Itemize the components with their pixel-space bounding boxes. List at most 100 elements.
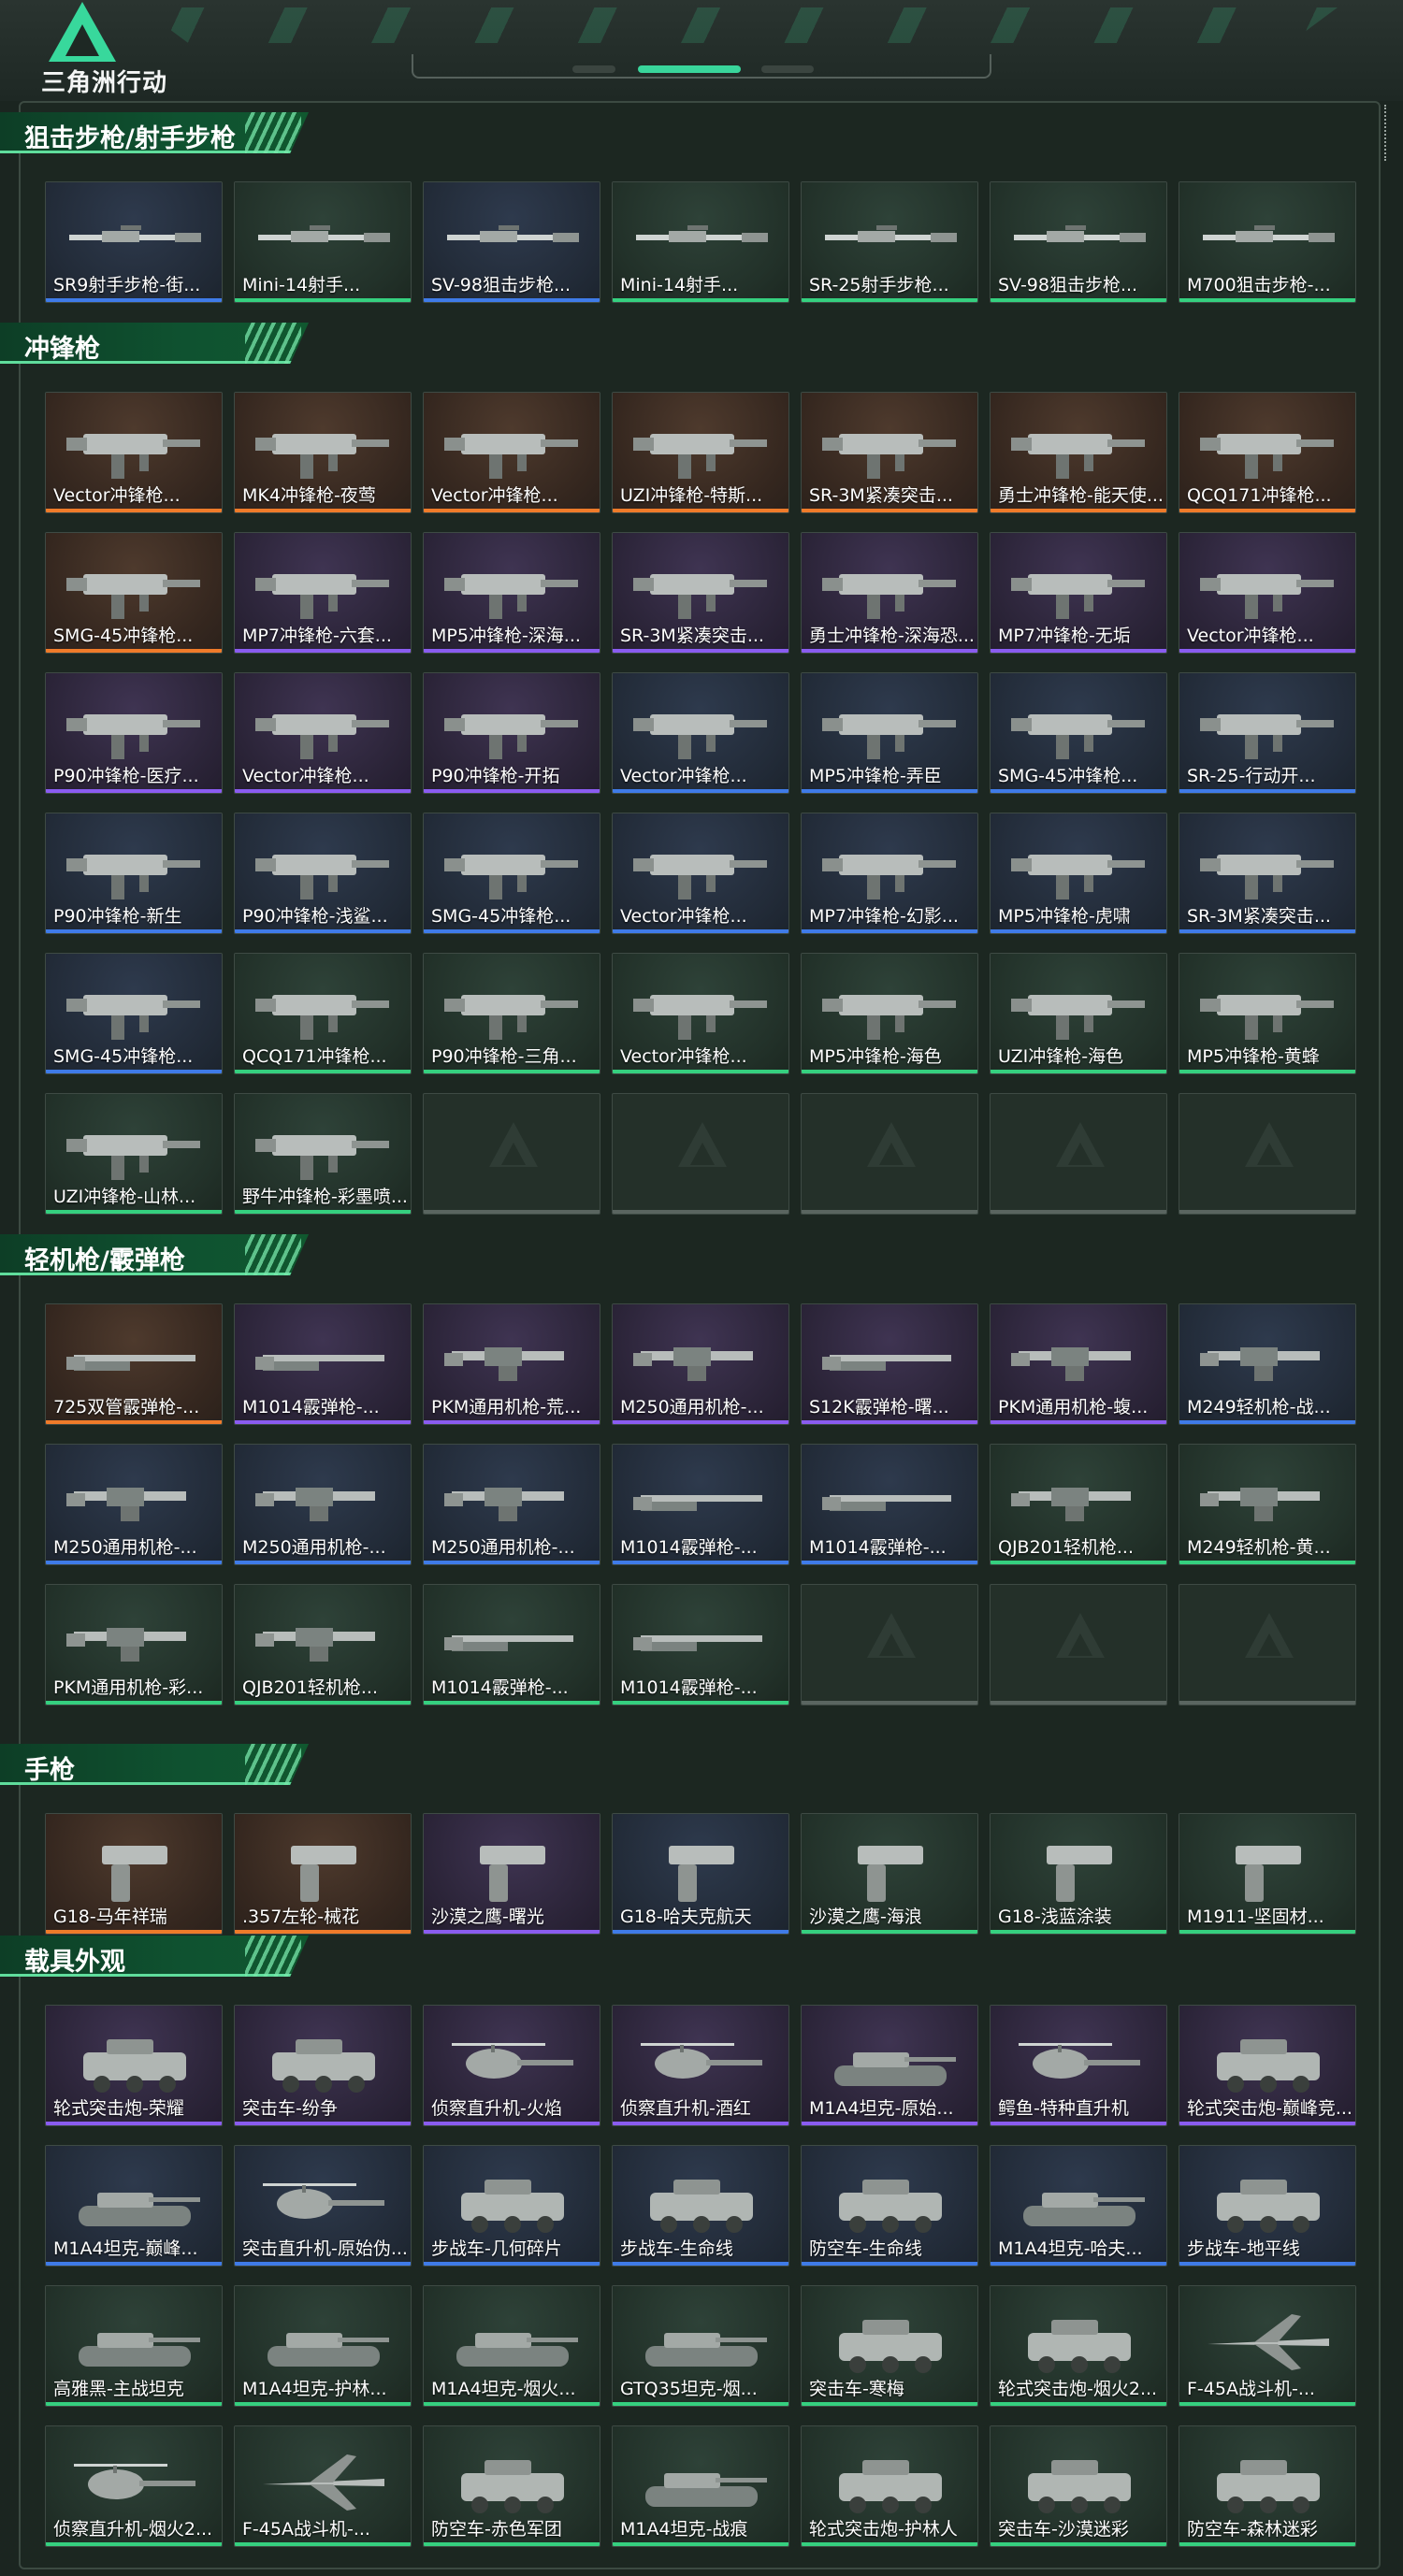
skin-card[interactable]: 步战车-几何碎片 bbox=[423, 2145, 600, 2267]
skin-card[interactable]: 轮式突击炮-烟火2... bbox=[990, 2285, 1167, 2407]
skin-card[interactable]: M1A4坦克-原始... bbox=[801, 2005, 978, 2126]
skin-card[interactable]: MK4冲锋枪-夜莺 bbox=[234, 392, 412, 513]
skin-card[interactable]: P90冲锋枪-新生 bbox=[45, 813, 223, 934]
skin-card[interactable]: M250通用机枪-... bbox=[234, 1444, 412, 1565]
skin-card[interactable]: SR9射手步枪-街... bbox=[45, 181, 223, 303]
skin-card[interactable]: 突击车-纷争 bbox=[234, 2005, 412, 2126]
skin-card[interactable]: Vector冲锋枪... bbox=[45, 392, 223, 513]
skin-card[interactable]: G18-哈夫克航天 bbox=[612, 1813, 789, 1935]
skin-card[interactable]: SMG-45冲锋枪... bbox=[990, 672, 1167, 794]
skin-card[interactable]: P90冲锋枪-三角... bbox=[423, 953, 600, 1074]
skin-card[interactable]: Vector冲锋枪... bbox=[612, 672, 789, 794]
skin-card[interactable]: G18-马年祥瑞 bbox=[45, 1813, 223, 1935]
skin-card[interactable]: UZI冲锋枪-特斯... bbox=[612, 392, 789, 513]
skin-card[interactable]: MP5冲锋枪-虎啸 bbox=[990, 813, 1167, 934]
scrollbar[interactable] bbox=[1384, 105, 1390, 161]
skin-card[interactable]: .357左轮-械花 bbox=[234, 1813, 412, 1935]
skin-card[interactable]: SMG-45冲锋枪... bbox=[45, 953, 223, 1074]
skin-card[interactable]: SR-3M紧凑突击... bbox=[1179, 813, 1356, 934]
skin-card[interactable]: Mini-14射手... bbox=[234, 181, 412, 303]
skin-card[interactable]: SR-25射手步枪... bbox=[801, 181, 978, 303]
skin-card[interactable]: M1014霰弹枪-... bbox=[801, 1444, 978, 1565]
skin-card[interactable]: 步战车-地平线 bbox=[1179, 2145, 1356, 2267]
skin-card[interactable]: SR-3M紧凑突击... bbox=[801, 392, 978, 513]
skin-card[interactable]: MP5冲锋枪-海色 bbox=[801, 953, 978, 1074]
skin-card[interactable]: M250通用机枪-... bbox=[45, 1444, 223, 1565]
skin-card[interactable]: 侦察直升机-烟火2... bbox=[45, 2425, 223, 2547]
skin-card[interactable]: SV-98狙击步枪... bbox=[990, 181, 1167, 303]
skin-card[interactable]: M1911-坚固材... bbox=[1179, 1813, 1356, 1935]
skin-card[interactable]: 野牛冲锋枪-彩墨喷... bbox=[234, 1093, 412, 1215]
skin-card[interactable]: 沙漠之鹰-曙光 bbox=[423, 1813, 600, 1935]
skin-card[interactable]: M1014霰弹枪-... bbox=[612, 1444, 789, 1565]
skin-card[interactable]: 突击车-寒梅 bbox=[801, 2285, 978, 2407]
skin-card[interactable]: 突击车-沙漠迷彩 bbox=[990, 2425, 1167, 2547]
skin-card[interactable]: M1014霰弹枪-... bbox=[612, 1584, 789, 1705]
skin-card[interactable]: SR-3M紧凑突击... bbox=[612, 532, 789, 654]
skin-card[interactable]: PKM通用机枪-荒... bbox=[423, 1303, 600, 1425]
skin-card[interactable]: 725双管霰弹枪-... bbox=[45, 1303, 223, 1425]
skin-card[interactable]: 高雅黑-主战坦克 bbox=[45, 2285, 223, 2407]
skin-card[interactable]: M249轻机枪-黄... bbox=[1179, 1444, 1356, 1565]
skin-card[interactable]: S12K霰弹枪-曙... bbox=[801, 1303, 978, 1425]
skin-card[interactable]: M249轻机枪-战... bbox=[1179, 1303, 1356, 1425]
skin-card[interactable]: 防空车-生命线 bbox=[801, 2145, 978, 2267]
skin-card[interactable]: 勇士冲锋枪-深海恐... bbox=[801, 532, 978, 654]
skin-card[interactable]: MP5冲锋枪-弄臣 bbox=[801, 672, 978, 794]
skin-name: M250通用机枪-... bbox=[620, 1397, 764, 1418]
skin-card[interactable]: P90冲锋枪-浅鲨... bbox=[234, 813, 412, 934]
skin-card[interactable]: M1A4坦克-巅峰... bbox=[45, 2145, 223, 2267]
skin-card[interactable]: F-45A战斗机-... bbox=[1179, 2285, 1356, 2407]
skin-card[interactable]: 鳄鱼-特种直升机 bbox=[990, 2005, 1167, 2126]
skin-card[interactable]: MP7冲锋枪-无垢 bbox=[990, 532, 1167, 654]
skin-card[interactable]: QCQ171冲锋枪... bbox=[1179, 392, 1356, 513]
skin-card[interactable]: 防空车-森林迷彩 bbox=[1179, 2425, 1356, 2547]
skin-card[interactable]: M250通用机枪-... bbox=[423, 1444, 600, 1565]
skin-card[interactable]: PKM通用机枪-彩... bbox=[45, 1584, 223, 1705]
skin-card[interactable]: QCQ171冲锋枪... bbox=[234, 953, 412, 1074]
skin-card[interactable]: Vector冲锋枪... bbox=[612, 953, 789, 1074]
skin-card[interactable]: SR-25-行动开... bbox=[1179, 672, 1356, 794]
skin-card[interactable]: 侦察直升机-酒红 bbox=[612, 2005, 789, 2126]
skin-card[interactable]: 突击直升机-原始伪... bbox=[234, 2145, 412, 2267]
skin-card[interactable]: SV-98狙击步枪... bbox=[423, 181, 600, 303]
skin-card[interactable]: PKM通用机枪-蝮... bbox=[990, 1303, 1167, 1425]
skin-card[interactable]: M1A4坦克-护林... bbox=[234, 2285, 412, 2407]
skin-card[interactable]: MP5冲锋枪-深海... bbox=[423, 532, 600, 654]
skin-card[interactable]: MP5冲锋枪-黄蜂 bbox=[1179, 953, 1356, 1074]
skin-card[interactable]: MP7冲锋枪-幻影... bbox=[801, 813, 978, 934]
skin-card[interactable]: G18-浅蓝涂装 bbox=[990, 1813, 1167, 1935]
skin-card[interactable]: 轮式突击炮-护林人 bbox=[801, 2425, 978, 2547]
skin-card[interactable]: M1014霰弹枪-... bbox=[234, 1303, 412, 1425]
skin-card[interactable]: M1A4坦克-烟火... bbox=[423, 2285, 600, 2407]
skin-card[interactable]: GTQ35坦克-烟... bbox=[612, 2285, 789, 2407]
skin-card[interactable]: Vector冲锋枪... bbox=[423, 392, 600, 513]
smg-icon bbox=[820, 832, 961, 907]
skin-card[interactable]: SMG-45冲锋枪... bbox=[45, 532, 223, 654]
skin-card[interactable]: 轮式突击炮-荣耀 bbox=[45, 2005, 223, 2126]
skin-card[interactable]: Mini-14射手... bbox=[612, 181, 789, 303]
skin-card[interactable]: Vector冲锋枪... bbox=[1179, 532, 1356, 654]
skin-card[interactable]: M250通用机枪-... bbox=[612, 1303, 789, 1425]
skin-card[interactable]: UZI冲锋枪-海色 bbox=[990, 953, 1167, 1074]
skin-card[interactable]: 防空车-赤色军团 bbox=[423, 2425, 600, 2547]
skin-card[interactable]: SMG-45冲锋枪... bbox=[423, 813, 600, 934]
skin-card[interactable]: M1014霰弹枪-... bbox=[423, 1584, 600, 1705]
skin-card[interactable]: Vector冲锋枪... bbox=[612, 813, 789, 934]
skin-card[interactable]: M1A4坦克-战痕 bbox=[612, 2425, 789, 2547]
skin-card[interactable]: 步战车-生命线 bbox=[612, 2145, 789, 2267]
skin-card[interactable]: Vector冲锋枪... bbox=[234, 672, 412, 794]
skin-card[interactable]: QJB201轻机枪... bbox=[234, 1584, 412, 1705]
skin-card[interactable]: M1A4坦克-哈夫... bbox=[990, 2145, 1167, 2267]
skin-card[interactable]: P90冲锋枪-医疗... bbox=[45, 672, 223, 794]
skin-card[interactable]: F-45A战斗机-... bbox=[234, 2425, 412, 2547]
skin-card[interactable]: 沙漠之鹰-海浪 bbox=[801, 1813, 978, 1935]
skin-card[interactable]: UZI冲锋枪-山林... bbox=[45, 1093, 223, 1215]
skin-card[interactable]: M700狙击步枪-... bbox=[1179, 181, 1356, 303]
skin-card[interactable]: P90冲锋枪-开拓 bbox=[423, 672, 600, 794]
skin-card[interactable]: 勇士冲锋枪-能天使... bbox=[990, 392, 1167, 513]
skin-card[interactable]: MP7冲锋枪-六套... bbox=[234, 532, 412, 654]
skin-card[interactable]: QJB201轻机枪... bbox=[990, 1444, 1167, 1565]
skin-card[interactable]: 侦察直升机-火焰 bbox=[423, 2005, 600, 2126]
skin-card[interactable]: 轮式突击炮-巅峰竞... bbox=[1179, 2005, 1356, 2126]
